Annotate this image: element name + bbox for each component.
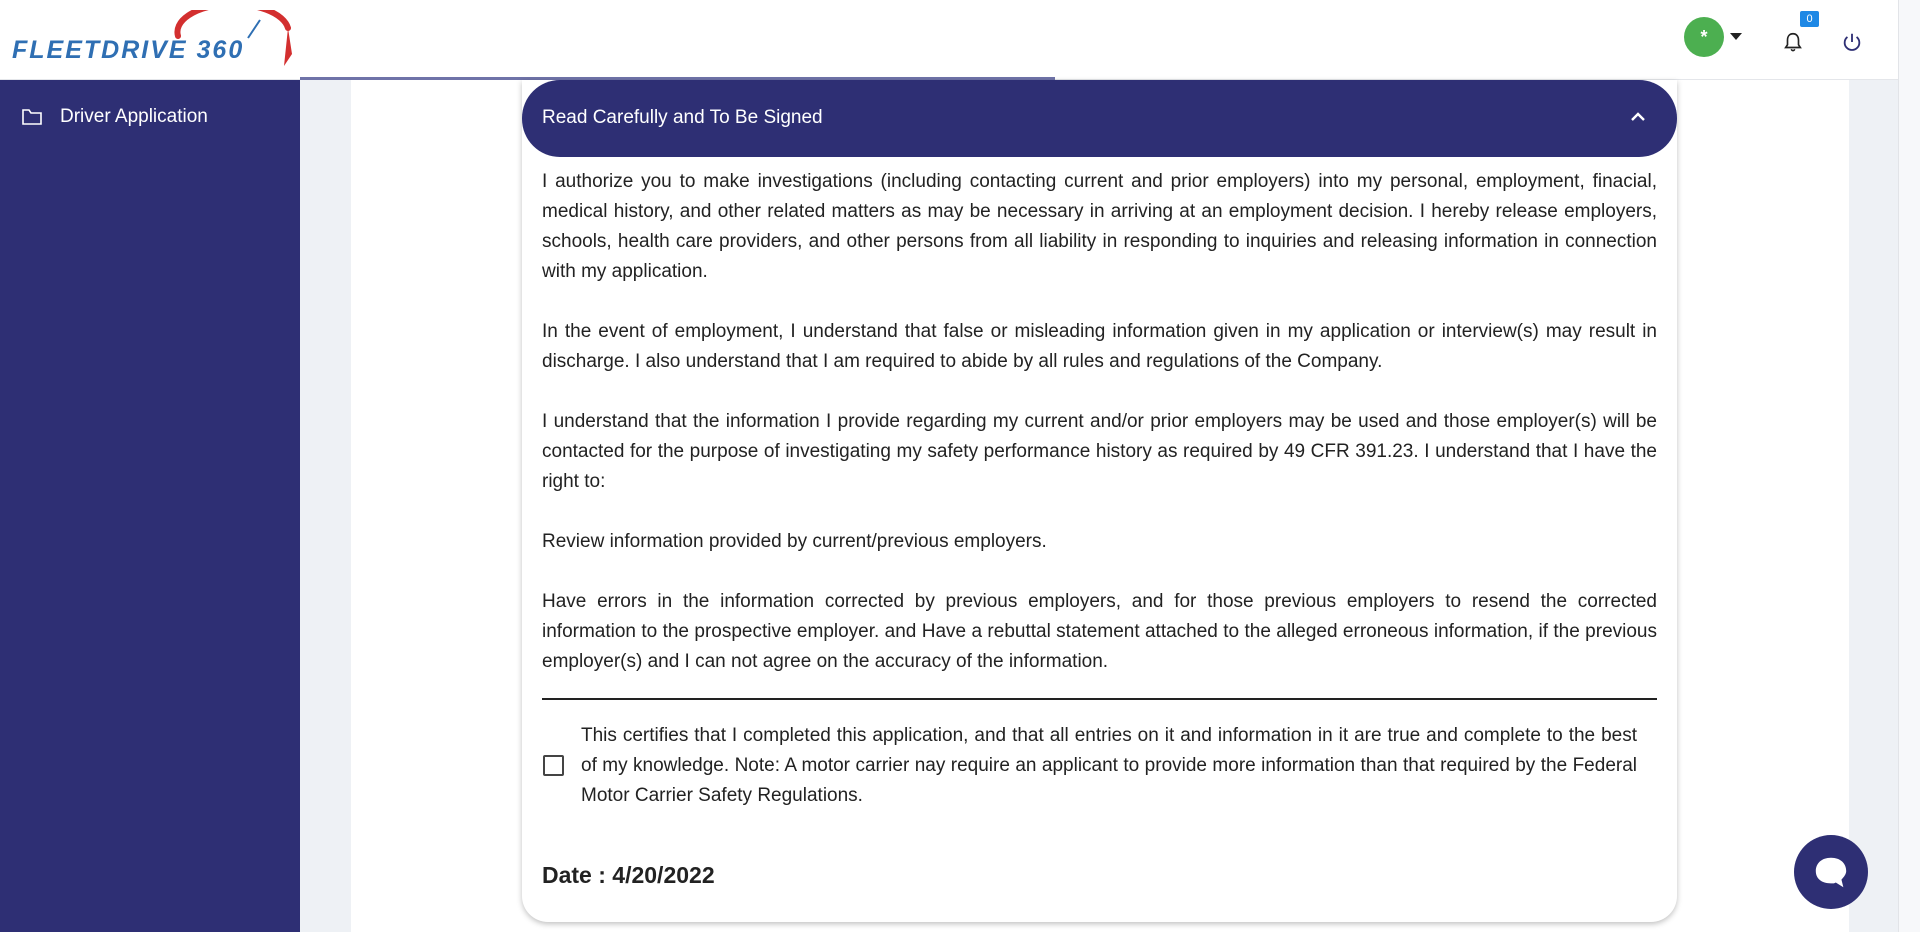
- caret-down-icon[interactable]: [1730, 33, 1742, 40]
- fleetdrive-logo[interactable]: FLEETDRIVE 360: [8, 1, 298, 72]
- agreement-paragraph: In the event of employment, I understand…: [542, 321, 1657, 372]
- logo-text: FLEETDRIVE 360: [12, 36, 244, 64]
- sidebar: Driver Application: [0, 80, 300, 932]
- page-scrollbar[interactable]: [1898, 0, 1920, 932]
- agreement-paragraph: I authorize you to make investigations (…: [542, 171, 1657, 282]
- sidebar-item-label: Driver Application: [60, 106, 208, 127]
- certification-text: This certifies that I completed this app…: [581, 725, 1637, 806]
- folder-icon: [22, 109, 42, 125]
- agreement-text: I authorize you to make investigations (…: [542, 167, 1657, 707]
- chat-button[interactable]: [1794, 835, 1868, 909]
- agreement-paragraph: I understand that the information I prov…: [542, 411, 1657, 492]
- chat-bubble-icon: [1815, 857, 1847, 888]
- certification-checkbox[interactable]: [543, 755, 564, 776]
- top-header: FLEETDRIVE 360 * 0: [0, 0, 1898, 80]
- sidebar-item-driver-application[interactable]: Driver Application: [22, 106, 208, 128]
- section-header-toggle[interactable]: Read Carefully and To Be Signed: [522, 80, 1677, 157]
- agreement-paragraph: Review information provided by current/p…: [542, 531, 1047, 552]
- user-avatar[interactable]: *: [1684, 17, 1724, 57]
- application-date: Date : 4/20/2022: [542, 862, 715, 888]
- agreement-paragraph: Have errors in the information corrected…: [542, 591, 1657, 672]
- chevron-up-icon[interactable]: [1629, 108, 1647, 126]
- section-title: Read Carefully and To Be Signed: [542, 107, 823, 128]
- notification-badge: 0: [1800, 11, 1819, 27]
- power-icon[interactable]: [1841, 31, 1863, 53]
- bell-icon[interactable]: [1782, 30, 1804, 54]
- section-divider: [542, 698, 1657, 700]
